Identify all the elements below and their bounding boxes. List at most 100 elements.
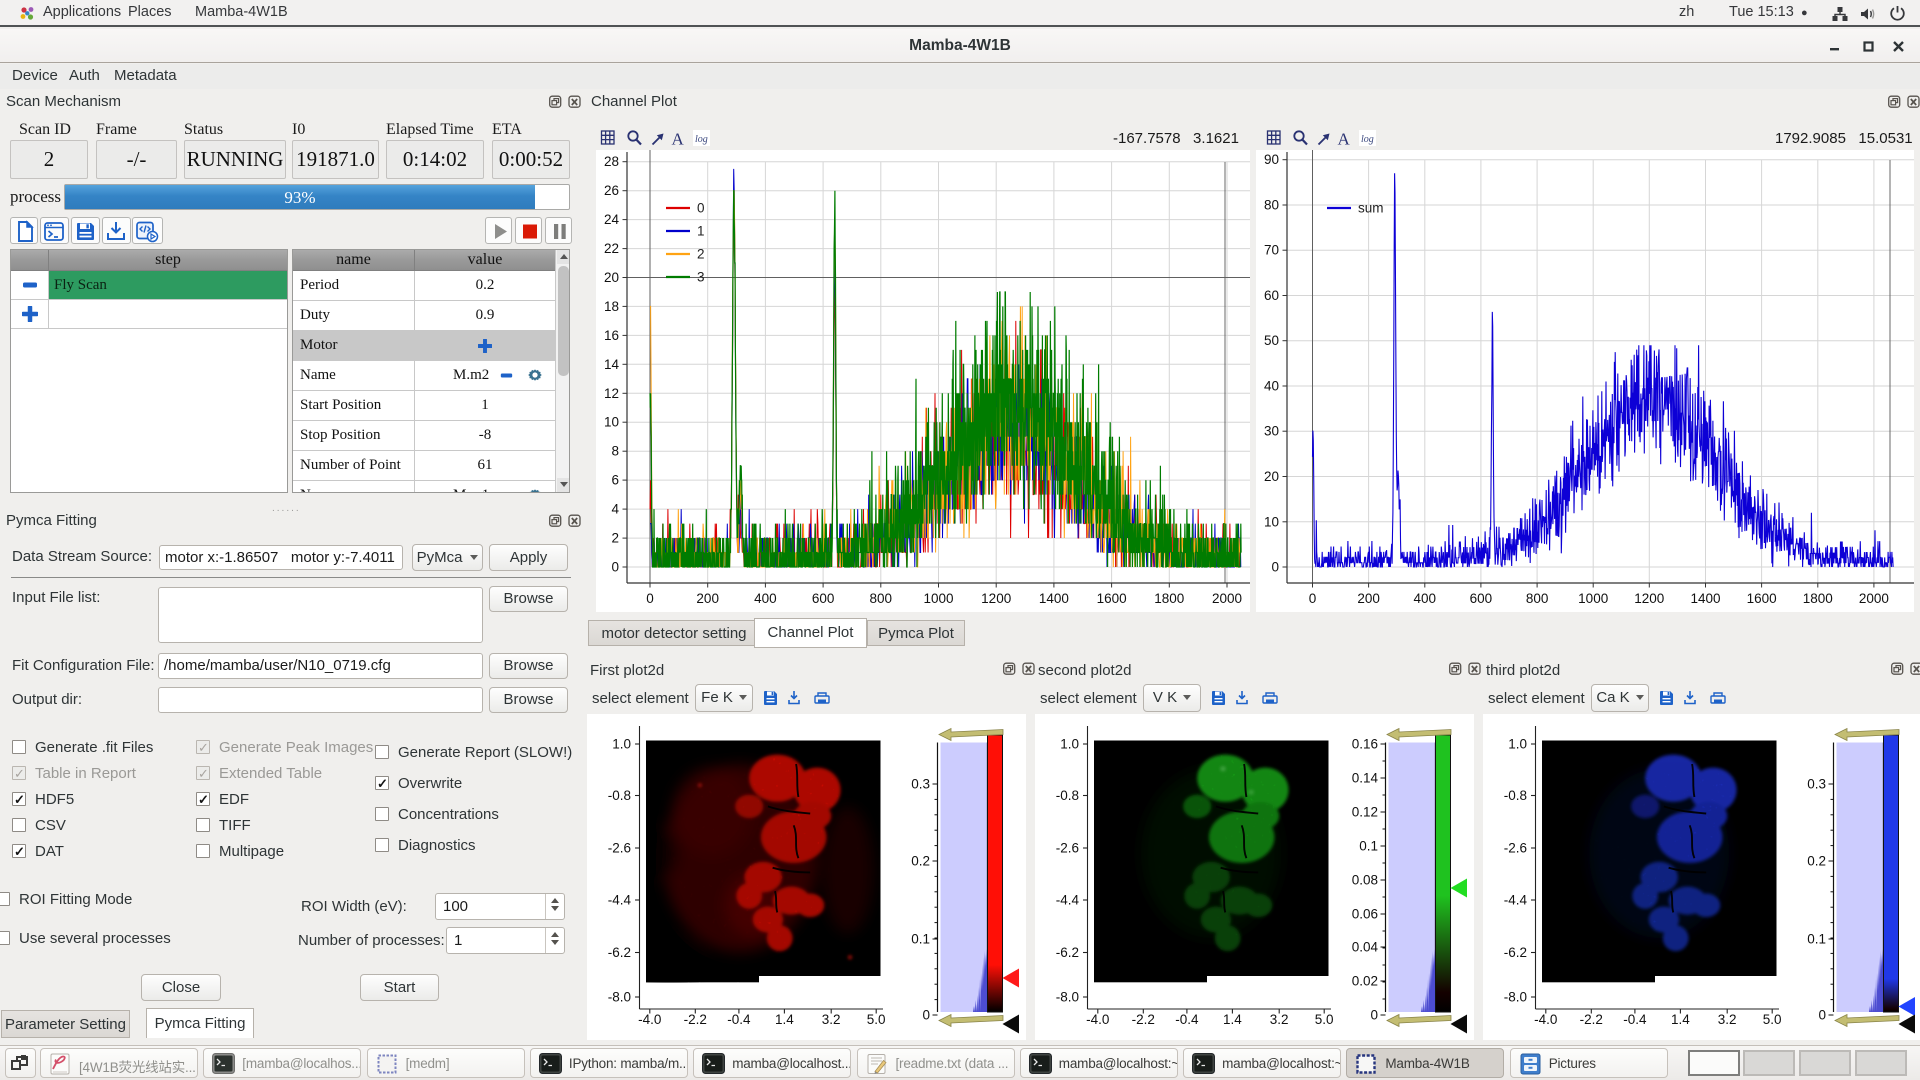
svg-text:-6.2: -6.2 (1504, 945, 1527, 960)
svg-text:20: 20 (1264, 469, 1279, 484)
svg-text:1400: 1400 (1039, 591, 1069, 606)
svg-text:5.0: 5.0 (1315, 1012, 1334, 1027)
svg-text:1000: 1000 (923, 591, 953, 606)
svg-text:0.1: 0.1 (911, 932, 930, 947)
svg-text:50: 50 (1264, 333, 1279, 348)
svg-text:3.2: 3.2 (822, 1012, 841, 1027)
svg-text:1.0: 1.0 (612, 737, 631, 752)
svg-text:-2.2: -2.2 (1580, 1012, 1603, 1027)
svg-text:4: 4 (611, 502, 619, 517)
svg-text:5.0: 5.0 (867, 1012, 886, 1027)
svg-text:1600: 1600 (1747, 591, 1777, 606)
svg-text:2: 2 (611, 531, 619, 546)
svg-text:-2.2: -2.2 (684, 1012, 707, 1027)
svg-text:18: 18 (604, 299, 619, 314)
svg-text:-2.6: -2.6 (1056, 841, 1079, 856)
svg-text:0: 0 (611, 560, 619, 575)
svg-text:800: 800 (870, 591, 893, 606)
svg-text:0: 0 (1271, 560, 1279, 575)
svg-text:1.4: 1.4 (1223, 1012, 1242, 1027)
svg-text:0: 0 (1818, 1008, 1826, 1023)
svg-text:1.0: 1.0 (1508, 737, 1527, 752)
svg-text:24: 24 (604, 212, 620, 227)
svg-text:40: 40 (1264, 379, 1279, 394)
svg-text:28: 28 (604, 154, 619, 169)
svg-text:0: 0 (697, 201, 705, 216)
svg-text:0.2: 0.2 (911, 854, 930, 869)
svg-text:-6.2: -6.2 (1056, 945, 1079, 960)
svg-text:1.4: 1.4 (775, 1012, 794, 1027)
svg-text:80: 80 (1264, 198, 1279, 213)
svg-text:800: 800 (1526, 591, 1549, 606)
svg-text:-4.4: -4.4 (1504, 893, 1528, 908)
svg-text:0.12: 0.12 (1352, 805, 1378, 820)
svg-text:-4.0: -4.0 (638, 1012, 661, 1027)
svg-text:-4.4: -4.4 (608, 893, 632, 908)
svg-text:-4.0: -4.0 (1534, 1012, 1557, 1027)
svg-text:2000: 2000 (1212, 591, 1242, 606)
svg-text:0.02: 0.02 (1352, 974, 1378, 989)
svg-text:1.4: 1.4 (1671, 1012, 1690, 1027)
svg-text:200: 200 (696, 591, 719, 606)
svg-text:600: 600 (812, 591, 835, 606)
svg-text:2: 2 (697, 247, 705, 262)
svg-text:10: 10 (604, 415, 619, 430)
svg-text:3.2: 3.2 (1718, 1012, 1737, 1027)
svg-text:1200: 1200 (981, 591, 1011, 606)
svg-text:log: log (1361, 134, 1374, 145)
svg-text:-4.4: -4.4 (1056, 893, 1080, 908)
svg-text:0.3: 0.3 (911, 777, 930, 792)
svg-text:16: 16 (604, 328, 619, 343)
svg-text:sum: sum (1358, 201, 1384, 216)
svg-text:0: 0 (1370, 1008, 1378, 1023)
svg-text:200: 200 (1357, 591, 1380, 606)
svg-text:22: 22 (604, 241, 619, 256)
svg-text:400: 400 (1414, 591, 1437, 606)
svg-text:1400: 1400 (1690, 591, 1720, 606)
svg-text:20: 20 (604, 270, 619, 285)
svg-text:-8.0: -8.0 (608, 990, 631, 1005)
svg-text:-8.0: -8.0 (1056, 990, 1079, 1005)
svg-text:400: 400 (754, 591, 777, 606)
svg-text:-0.4: -0.4 (1175, 1012, 1199, 1027)
svg-text:-0.8: -0.8 (608, 788, 631, 803)
svg-text:1800: 1800 (1803, 591, 1833, 606)
svg-text:600: 600 (1470, 591, 1493, 606)
svg-text:1200: 1200 (1634, 591, 1664, 606)
svg-text:6: 6 (611, 473, 619, 488)
svg-text:-0.8: -0.8 (1056, 788, 1079, 803)
svg-text:log: log (695, 134, 708, 145)
svg-text:-4.0: -4.0 (1086, 1012, 1109, 1027)
svg-text:-0.8: -0.8 (1504, 788, 1527, 803)
svg-text:-0.4: -0.4 (727, 1012, 751, 1027)
svg-text:26: 26 (604, 183, 619, 198)
svg-text:0.16: 0.16 (1352, 737, 1378, 752)
svg-text:-2.6: -2.6 (1504, 841, 1527, 856)
svg-text:0.2: 0.2 (1807, 854, 1826, 869)
svg-text:0.1: 0.1 (1359, 839, 1378, 854)
svg-text:1000: 1000 (1578, 591, 1608, 606)
svg-text:0.08: 0.08 (1352, 873, 1378, 888)
svg-text:10: 10 (1264, 514, 1279, 529)
svg-text:-2.2: -2.2 (1132, 1012, 1155, 1027)
svg-text:-8.0: -8.0 (1504, 990, 1527, 1005)
svg-text:8: 8 (611, 444, 619, 459)
svg-text:0.1: 0.1 (1807, 932, 1826, 947)
svg-text:2000: 2000 (1859, 591, 1889, 606)
svg-text:90: 90 (1264, 152, 1279, 167)
svg-text:A: A (672, 130, 685, 149)
svg-text:0: 0 (646, 591, 654, 606)
svg-text:0: 0 (922, 1008, 930, 1023)
svg-text:-2.6: -2.6 (608, 841, 631, 856)
svg-text:-6.2: -6.2 (608, 945, 631, 960)
svg-text:1: 1 (697, 224, 705, 239)
svg-text:30: 30 (1264, 424, 1279, 439)
svg-text:70: 70 (1264, 243, 1279, 258)
svg-text:1800: 1800 (1154, 591, 1184, 606)
svg-text:0.06: 0.06 (1352, 907, 1378, 922)
svg-text:0.3: 0.3 (1807, 777, 1826, 792)
svg-text:14: 14 (604, 357, 620, 372)
svg-text:5.0: 5.0 (1763, 1012, 1782, 1027)
svg-text:3: 3 (697, 270, 705, 285)
svg-text:A: A (1338, 130, 1351, 149)
